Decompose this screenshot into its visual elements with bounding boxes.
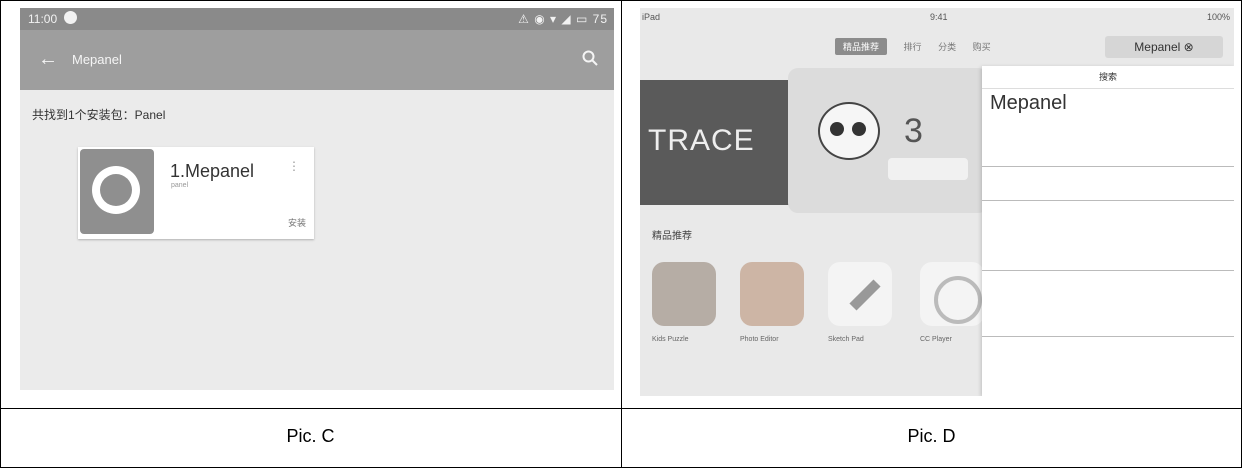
app-tile[interactable] [828,262,892,326]
featured-banner-panda[interactable]: 3 [788,68,988,213]
status-icons: ⚠ ◉ ▾ ◢ ▭ 75 [518,12,608,26]
banner-number: 3 [904,112,923,150]
app-tile[interactable] [920,262,984,326]
mepanel-app-icon [80,149,154,234]
search-field-value: Mepanel [1134,40,1181,54]
pencil-icon [849,279,881,311]
chat-notification-icon [64,11,77,24]
tablet-screenshot: iPad 9:41 100% 精品推荐 排行 分类 购买 Mepanel ⊗ T… [640,8,1234,396]
app-tile-label: CC Player [920,336,952,343]
caption-pic-d: Pic. D [907,426,956,446]
tab-categories[interactable]: 分类 [938,40,956,53]
app-name: 1.Mepanel [170,161,255,181]
app-bar-title: Mepanel [72,52,122,67]
suggestion-row[interactable] [982,166,1234,201]
suggestion-text: Mepanel [990,92,1067,114]
tab-purchased[interactable]: 购买 [973,40,991,53]
section-title: 精品推荐 [652,231,692,242]
suggestion-row[interactable]: Mepanel [982,88,1234,167]
search-field[interactable]: Mepanel ⊗ [1105,36,1223,58]
search-result-summary: 共找到1个安装包：Panel [32,108,166,122]
app-tile-label: Sketch Pad [828,336,864,343]
search-suggestions-dropdown: 搜索 Mepanel [982,66,1234,396]
app-tile-label: Photo Editor [740,336,779,343]
segmented-control: 精品推荐 排行 分类 购买 [835,38,1005,56]
suggestion-row[interactable] [982,200,1234,271]
back-arrow-icon[interactable]: ← [38,48,58,71]
table-divider-vertical [621,0,622,468]
status-battery: 100% [1206,12,1230,22]
table-divider-horizontal [0,408,1242,409]
app-subtitle: panel [171,182,189,189]
status-device: iPad [642,12,661,22]
tablet-status-bar: iPad 9:41 100% [640,8,1234,28]
status-bar: 11:00 ⚠ ◉ ▾ ◢ ▭ 75 [20,8,614,30]
banner-title: TRACE [648,124,755,157]
cc-logo-icon [934,276,982,324]
search-icon[interactable] [582,50,598,66]
phone-screenshot: 11:00 ⚠ ◉ ▾ ◢ ▭ 75 ← Mepanel 共找到1个安装包：Pa… [20,8,614,390]
cake-illustration [888,158,968,180]
more-options-icon[interactable]: ⋮ [288,159,300,173]
install-button[interactable]: 安装 [288,216,306,229]
app-tile[interactable] [740,262,804,326]
status-time: 9:41 [930,12,948,22]
tab-featured[interactable]: 精品推荐 [835,38,888,55]
app-result-card[interactable]: 1.Mepanel panel ⋮ 安装 [78,147,314,239]
app-bar: ← Mepanel [20,30,614,90]
panda-illustration [818,102,880,160]
suggestion-row[interactable] [982,270,1234,337]
app-tile-label: Kids Puzzle [652,336,689,343]
dropdown-header: 搜索 [982,66,1234,89]
table-border-left [0,0,1,468]
tab-top-charts[interactable]: 排行 [904,40,922,53]
status-time: 11:00 [28,12,58,26]
caption-pic-c: Pic. C [286,426,335,446]
app-tile[interactable] [652,262,716,326]
featured-banner-trace[interactable]: TRACE [640,80,790,205]
